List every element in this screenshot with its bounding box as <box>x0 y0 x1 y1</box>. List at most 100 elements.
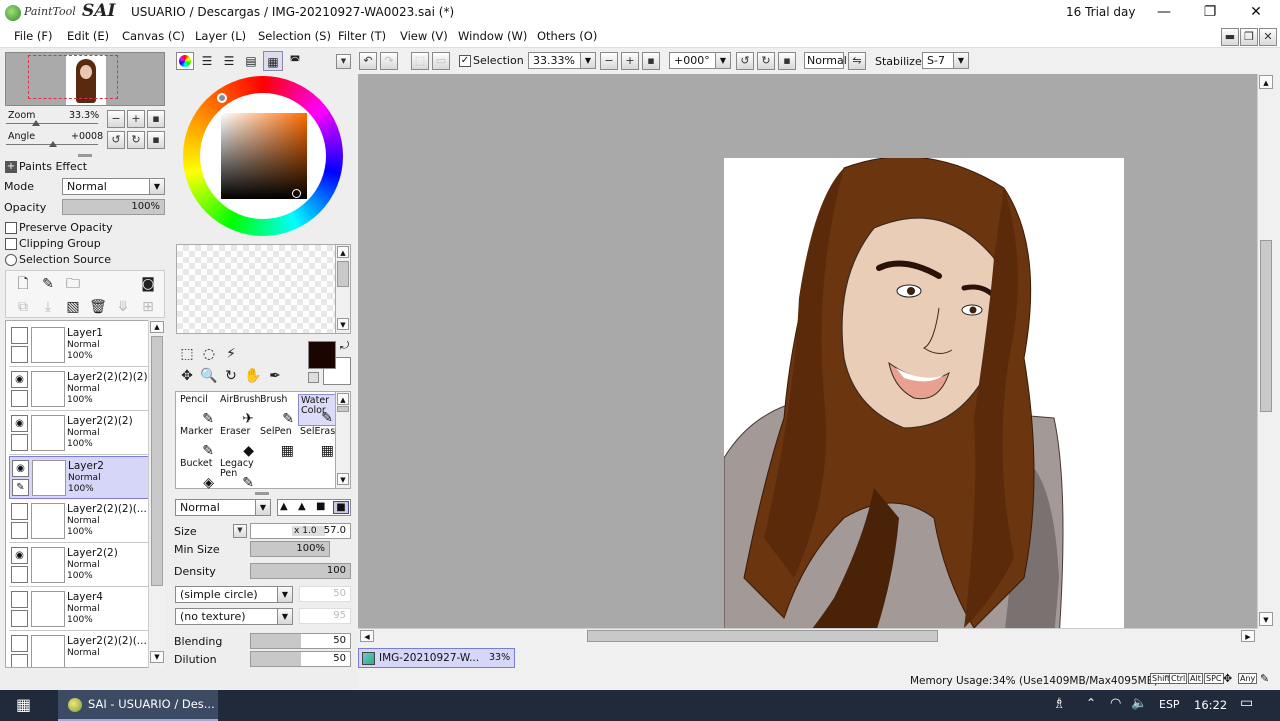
layer-lock-toggle[interactable] <box>11 522 28 539</box>
layer-row[interactable]: ◉ Layer2(2)(2) Normal 100% <box>9 412 149 455</box>
rotate-tool-icon[interactable]: ↻ <box>221 366 241 386</box>
canvas-hscroll-left-icon[interactable]: ◀ <box>360 630 374 642</box>
copy-layer-icon[interactable]: ⧉ <box>13 297 33 317</box>
canvas-tab[interactable]: IMG-20210927-W... 33% <box>358 648 515 668</box>
deselect-button[interactable]: ⬚ <box>411 52 429 70</box>
blending-slider[interactable]: 50 <box>250 633 351 649</box>
menu-view[interactable]: View (V) <box>400 29 448 43</box>
layer-row[interactable]: Layer2(2)(2)(... Normal <box>9 632 149 667</box>
selection-source-radio[interactable] <box>5 254 17 266</box>
close-button[interactable]: ✕ <box>1233 0 1279 26</box>
tool-grid-scrollbar[interactable]: ▲ ▼ <box>335 391 351 489</box>
people-icon[interactable]: ♗ <box>1053 696 1066 712</box>
angle-slider-handle[interactable] <box>49 141 57 147</box>
menu-others[interactable]: Others (O) <box>537 29 597 43</box>
brush-shape-strength[interactable]: 50 <box>299 586 351 602</box>
volume-muted-icon[interactable]: 🔈 <box>1131 696 1147 711</box>
rect-select-icon[interactable]: ⬚ <box>177 344 197 364</box>
minimize-button[interactable]: — <box>1141 0 1187 26</box>
toolbar-zoom-reset-button[interactable]: ▪ <box>642 52 660 70</box>
navigator-preview[interactable] <box>5 52 165 106</box>
canvas-viewport[interactable] <box>358 74 1257 628</box>
layer-row[interactable]: ◉ Layer2(2) Normal 100% <box>9 544 149 587</box>
selection-checkbox[interactable]: ✓ <box>459 55 471 67</box>
toolbar-zoom-out-button[interactable]: − <box>600 52 618 70</box>
paints-effect-label[interactable]: Paints Effect <box>19 160 87 173</box>
menu-canvas[interactable]: Canvas (C) <box>122 29 185 43</box>
scratchpad-scroll-up-icon[interactable]: ▲ <box>337 246 349 258</box>
layer-lock-toggle[interactable]: ✎ <box>12 479 29 496</box>
rotate-left-button[interactable]: ↺ <box>107 131 125 149</box>
tool-airbrush[interactable]: AirBrush ✈ <box>218 394 260 427</box>
clear-layer-icon[interactable]: ▧ <box>63 297 83 317</box>
saturation-value-square[interactable] <box>221 113 307 199</box>
task-view-icon[interactable]: ▦ <box>16 696 36 714</box>
menu-layer[interactable]: Layer (L) <box>195 29 246 43</box>
layers-scrollbar[interactable]: ▲ ▼ <box>148 320 165 668</box>
tool-water-color[interactable]: Water Color ✎ <box>298 394 338 426</box>
new-folder-icon[interactable]: 🗀 <box>63 274 83 294</box>
zoom-reset-button[interactable]: ▪ <box>147 110 165 128</box>
swatches-tab-icon[interactable]: ▦ <box>263 51 283 71</box>
size-mult-dropdown[interactable]: ▼ <box>233 524 247 538</box>
menu-edit[interactable]: Edit (E) <box>67 29 109 43</box>
zoom-out-button[interactable]: − <box>107 110 125 128</box>
toolbar-rotate-left-button[interactable]: ↺ <box>736 52 754 70</box>
zoom-in-button[interactable]: + <box>127 110 145 128</box>
scratchpad-scrollbar[interactable]: ▲ ▼ <box>335 244 351 334</box>
undo-button[interactable]: ↶ <box>359 52 377 70</box>
toolbar-zoom-in-button[interactable]: + <box>621 52 639 70</box>
layer-lock-toggle[interactable] <box>11 390 28 407</box>
layer-row[interactable]: Layer2(2)(2)(... Normal 100% <box>9 500 149 543</box>
layer-row[interactable]: ◉ ✎ Layer2 Normal 100% <box>9 456 149 499</box>
color-mix-tab-icon[interactable]: ▤ <box>241 51 261 71</box>
toolbar-blend-select[interactable]: Normal <box>804 52 847 69</box>
tool-pencil[interactable]: Pencil ✎ <box>178 394 218 427</box>
zoom-slider[interactable] <box>6 123 98 124</box>
invert-selection-button[interactable]: ▭ <box>432 52 450 70</box>
transfer-down-icon[interactable]: ⤋ <box>113 297 133 317</box>
tool-eraser[interactable]: Eraser ◆ <box>218 426 258 459</box>
hand-tool-icon[interactable]: ✋ <box>243 366 263 386</box>
layer-opacity-slider[interactable]: 100% <box>62 199 165 215</box>
layers-scroll-down-icon[interactable]: ▼ <box>150 651 164 663</box>
canvas-vscroll-thumb[interactable] <box>1260 240 1272 412</box>
scratchpad-tab-icon[interactable]: ◚ <box>285 51 305 71</box>
menu-window[interactable]: Window (W) <box>458 29 527 43</box>
tool-legacy-pen[interactable]: Legacy Pen ✎ <box>218 458 258 491</box>
tool-grid-scroll-down-icon[interactable]: ▼ <box>337 473 349 485</box>
tray-chevron-icon[interactable]: ⌃ <box>1086 696 1096 710</box>
toolbar-rotate-right-button[interactable]: ↻ <box>757 52 775 70</box>
layer-mode-select[interactable]: Normal ▼ <box>62 178 165 195</box>
tool-grid-scroll-thumb[interactable] <box>337 406 349 412</box>
hue-marker[interactable] <box>217 93 227 103</box>
menu-filter[interactable]: Filter (T) <box>338 29 386 43</box>
rgb-sliders-tab-icon[interactable]: ☰ <box>197 51 217 71</box>
panel-divider[interactable] <box>78 154 92 157</box>
redo-button[interactable]: ↷ <box>380 52 398 70</box>
menu-selection[interactable]: Selection (S) <box>258 29 331 43</box>
color-picker-marker[interactable] <box>292 189 301 198</box>
layers-scroll-up-icon[interactable]: ▲ <box>150 321 164 333</box>
scratchpad-scroll-down-icon[interactable]: ▼ <box>337 318 349 330</box>
merge-layer-icon[interactable]: ⤓ <box>38 297 58 317</box>
toolbar-angle-select[interactable]: +000° ▼ <box>669 52 731 69</box>
canvas-document[interactable] <box>724 158 1124 628</box>
edge-firm-icon[interactable]: ■ <box>316 501 325 512</box>
canvas-vscroll[interactable]: ▲ ▼ <box>1257 74 1274 628</box>
edge-soft-icon[interactable]: ▲ <box>280 501 288 512</box>
lasso-icon[interactable]: ◌ <box>199 344 219 364</box>
layer-lock-toggle[interactable] <box>11 654 28 667</box>
dilution-slider[interactable]: 50 <box>250 651 351 667</box>
layer-visibility-toggle[interactable] <box>11 635 28 652</box>
clock[interactable]: 16:22 <box>1194 698 1227 712</box>
clipping-group-checkbox[interactable] <box>5 238 17 250</box>
edge-medium-icon[interactable]: ▲ <box>298 501 306 512</box>
canvas-hscroll[interactable]: ◀ ▶ <box>358 628 1257 643</box>
layer-visibility-toggle[interactable]: ◉ <box>11 547 28 564</box>
layer-lock-toggle[interactable] <box>11 566 28 583</box>
stabilizer-select[interactable]: S-7 ▼ <box>922 52 969 69</box>
layer-lock-toggle[interactable] <box>11 610 28 627</box>
layer-mask-icon[interactable]: ◙ <box>138 274 158 294</box>
layer-visibility-toggle[interactable]: ◉ <box>12 460 29 477</box>
